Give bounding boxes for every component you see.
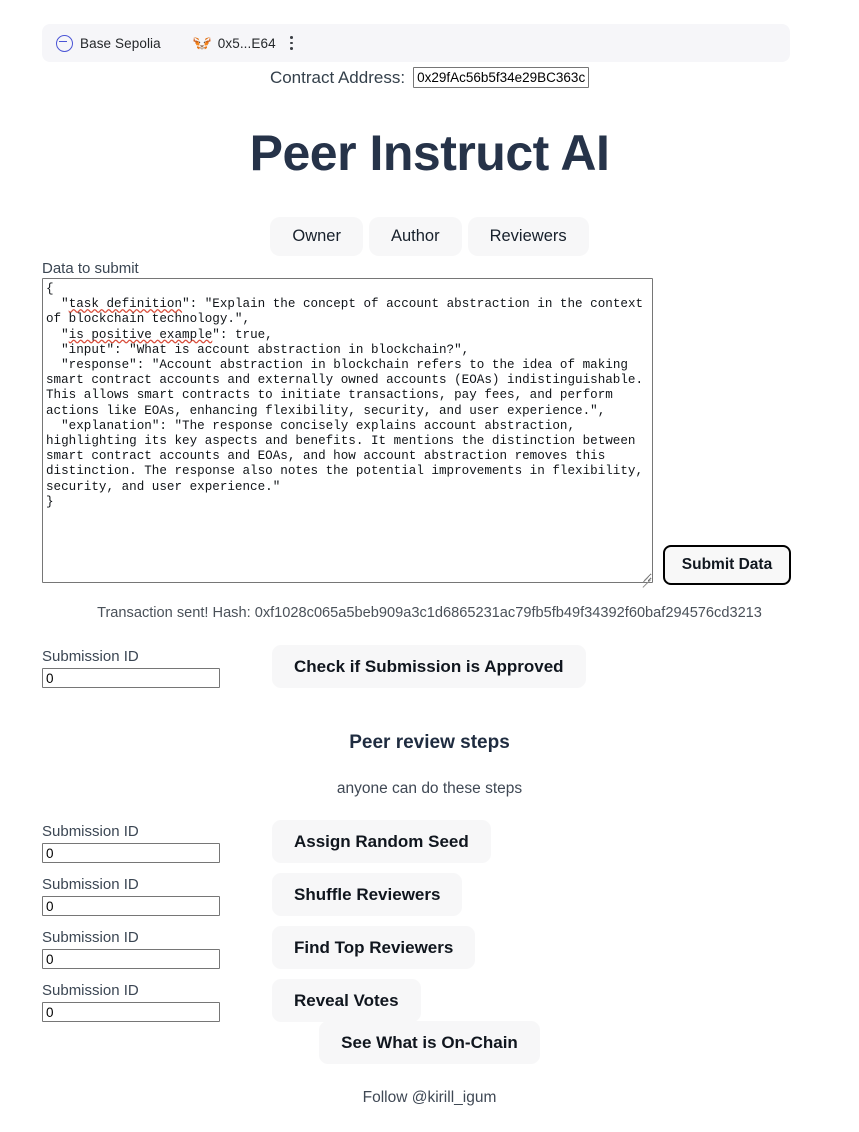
- tab-author[interactable]: Author: [368, 217, 462, 256]
- submit-data-button[interactable]: Submit Data: [663, 545, 791, 585]
- kebab-dot: [290, 36, 294, 40]
- wallet-network[interactable]: Base Sepolia: [56, 34, 161, 52]
- peer-review-title: Peer review steps: [349, 732, 510, 753]
- step-id-group: Submission ID: [42, 823, 220, 863]
- step-id-group: Submission ID: [42, 929, 220, 969]
- approval-id-label: Submission ID: [42, 648, 139, 665]
- peer-review-steps: Submission ID Assign Random Seed Submiss…: [42, 818, 742, 1030]
- kebab-dot: [290, 41, 294, 45]
- tab-owner[interactable]: Owner: [270, 217, 363, 256]
- wallet-account[interactable]: 0x5...E64: [193, 36, 276, 51]
- page-title: Peer Instruct AI: [249, 125, 610, 181]
- approval-check-row: Submission ID Check if Submission is App…: [42, 645, 586, 688]
- transaction-status: Transaction sent! Hash: 0xf1028c065a5beb…: [97, 605, 762, 621]
- check-approval-button[interactable]: Check if Submission is Approved: [272, 645, 586, 688]
- step-id-input[interactable]: [42, 896, 220, 916]
- contract-address-row: Contract Address:: [0, 67, 859, 88]
- step-id-label: Submission ID: [42, 876, 139, 893]
- step-id-input[interactable]: [42, 949, 220, 969]
- base-circle-icon: [56, 34, 73, 52]
- contract-address-input[interactable]: [413, 67, 590, 88]
- approval-id-group: Submission ID: [42, 648, 220, 688]
- step-id-group: Submission ID: [42, 982, 220, 1022]
- step-id-label: Submission ID: [42, 929, 139, 946]
- peer-review-subtitle: anyone can do these steps: [336, 780, 523, 797]
- see-on-chain-button[interactable]: See What is On-Chain: [319, 1021, 540, 1064]
- reveal-votes-button[interactable]: Reveal Votes: [272, 979, 421, 1022]
- wallet-network-label: Base Sepolia: [80, 35, 161, 51]
- step-id-input[interactable]: [42, 843, 220, 863]
- metamask-fox-icon: [193, 36, 211, 51]
- follow-note: Follow @kirill_igum: [362, 1089, 497, 1106]
- step-id-label: Submission ID: [42, 823, 139, 840]
- step-id-input[interactable]: [42, 1002, 220, 1022]
- data-to-submit-textarea[interactable]: { "task definition": "Explain the concep…: [42, 278, 653, 583]
- assign-random-seed-button[interactable]: Assign Random Seed: [272, 820, 491, 863]
- role-tabs: Owner Author Reviewers: [0, 217, 859, 256]
- shuffle-reviewers-button[interactable]: Shuffle Reviewers: [272, 873, 463, 916]
- step-id-label: Submission ID: [42, 982, 139, 999]
- step-row: Submission ID Shuffle Reviewers: [42, 871, 742, 916]
- kebab-menu-icon[interactable]: [290, 36, 294, 50]
- step-id-group: Submission ID: [42, 876, 220, 916]
- step-row: Submission ID Find Top Reviewers: [42, 924, 742, 969]
- contract-address-label: Contract Address:: [269, 67, 406, 87]
- find-top-reviewers-button[interactable]: Find Top Reviewers: [272, 926, 476, 969]
- data-to-submit-wrap: { "task definition": "Explain the concep…: [42, 278, 653, 588]
- approval-id-input[interactable]: [42, 668, 220, 688]
- step-row: Submission ID Reveal Votes: [42, 977, 742, 1022]
- step-row: Submission ID Assign Random Seed: [42, 818, 742, 863]
- tab-reviewers[interactable]: Reviewers: [467, 217, 589, 256]
- kebab-dot: [290, 46, 294, 50]
- data-to-submit-label: Data to submit: [42, 260, 139, 277]
- wallet-bar: Base Sepolia 0x5...E64: [42, 24, 790, 62]
- wallet-account-label: 0x5...E64: [217, 35, 276, 51]
- onchain-wrap: See What is On-Chain: [0, 1021, 859, 1064]
